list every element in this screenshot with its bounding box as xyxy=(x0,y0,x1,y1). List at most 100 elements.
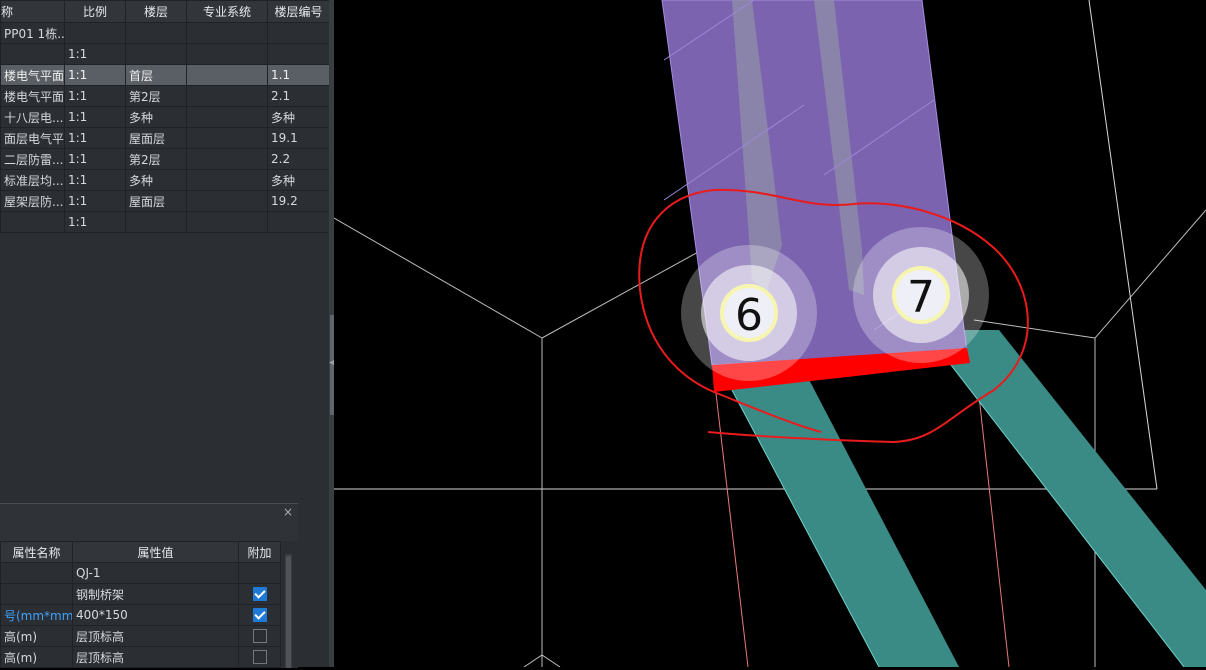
cell-floor-no[interactable]: 2.2 xyxy=(267,148,330,170)
cell-name[interactable]: 楼电气平面... xyxy=(0,64,65,86)
cell-scale[interactable]: 1:1 xyxy=(64,127,126,149)
cell-scale[interactable]: 1:1 xyxy=(64,106,126,128)
property-row[interactable]: QJ-1 xyxy=(0,562,281,584)
marker-label: 6 xyxy=(735,290,763,341)
cell-system[interactable] xyxy=(186,190,268,212)
cell-scale[interactable]: 1:1 xyxy=(64,148,126,170)
extra-checkbox[interactable] xyxy=(252,608,267,623)
cell-scale[interactable]: 1:1 xyxy=(64,64,126,86)
cell-name[interactable]: 屋架层防... xyxy=(0,190,65,212)
cell-floor-no[interactable] xyxy=(267,22,330,44)
cell-scale[interactable]: 1:1 xyxy=(64,85,126,107)
property-row[interactable]: 号(mm*mm) 400*150 xyxy=(0,604,281,626)
property-name: 高(m) xyxy=(0,625,73,647)
cell-system[interactable] xyxy=(186,64,268,86)
cell-system[interactable] xyxy=(186,106,268,128)
drawing-row[interactable]: 二层防雷... 1:1 第2层 2.2 xyxy=(0,148,330,170)
drawing-list-header: 称 比例 楼层 专业系统 楼层编号 xyxy=(0,0,330,23)
cell-floor[interactable] xyxy=(125,22,187,44)
cell-floor-no[interactable]: 19.2 xyxy=(267,190,330,212)
drawing-row[interactable]: 楼电气平面...1:1首层 1.1 xyxy=(0,64,330,86)
cell-name[interactable]: PP01 1栋... xyxy=(0,22,65,44)
cell-name[interactable]: 二层防雷... xyxy=(0,148,65,170)
property-extra xyxy=(238,604,281,626)
drawing-row[interactable]: 十八层电... 1:1 多种 多种 xyxy=(0,106,330,128)
cell-system[interactable] xyxy=(186,22,268,44)
cell-floor[interactable]: 屋面层 xyxy=(125,190,187,212)
cell-name[interactable]: 标准层均... xyxy=(0,169,65,191)
cell-floor[interactable] xyxy=(125,211,187,233)
column-header-system[interactable]: 专业系统 xyxy=(186,0,268,23)
cell-floor-no[interactable]: 1.1 xyxy=(267,64,330,86)
cell-system[interactable] xyxy=(186,169,268,191)
cell-floor-no[interactable]: 多种 xyxy=(267,106,330,128)
cell-floor-no[interactable] xyxy=(267,211,330,233)
property-value[interactable]: 400*150 xyxy=(72,604,239,626)
cell-system[interactable] xyxy=(186,148,268,170)
cell-name[interactable] xyxy=(0,43,65,65)
drawing-canvas[interactable]: 6 7 xyxy=(333,0,1206,668)
cell-floor[interactable]: 多种 xyxy=(125,106,187,128)
property-row[interactable]: 高(m) 层顶标高 xyxy=(0,646,281,668)
cell-floor[interactable]: 第2层 xyxy=(125,85,187,107)
column-header-prop-value: 属性值 xyxy=(72,541,239,563)
marker-6[interactable]: 6 xyxy=(681,245,817,381)
cell-floor[interactable]: 第2层 xyxy=(125,148,187,170)
cell-system[interactable] xyxy=(186,127,268,149)
cell-system[interactable] xyxy=(186,85,268,107)
close-icon[interactable]: × xyxy=(282,506,294,518)
property-row[interactable]: 钢制桥架 xyxy=(0,583,281,605)
cad-viewport[interactable]: 6 7 xyxy=(333,0,1206,668)
cell-scale[interactable]: 1:1 xyxy=(64,169,126,191)
marker-label: 7 xyxy=(907,272,935,323)
property-name xyxy=(0,562,73,584)
drawing-row[interactable]: 1:1 xyxy=(0,43,330,65)
extra-checkbox[interactable] xyxy=(252,629,267,644)
cell-scale[interactable]: 1:1 xyxy=(64,190,126,212)
property-value[interactable]: 层顶标高 xyxy=(72,646,239,668)
cell-name[interactable]: 十八层电... xyxy=(0,106,65,128)
marker-7[interactable]: 7 xyxy=(853,227,989,363)
cell-floor[interactable]: 屋面层 xyxy=(125,127,187,149)
tray-edge xyxy=(923,329,1185,668)
cell-scale[interactable] xyxy=(64,22,126,44)
property-name: 高(m) xyxy=(0,646,73,668)
drawing-row[interactable]: 屋架层防... 1:1 屋面层 19.2 xyxy=(0,190,330,212)
column-header-scale[interactable]: 比例 xyxy=(64,0,126,23)
cell-name[interactable] xyxy=(0,211,65,233)
cable-tray-right xyxy=(924,330,1206,667)
column-header-name[interactable]: 称 xyxy=(0,0,65,23)
cell-floor-no[interactable]: 多种 xyxy=(267,169,330,191)
cell-floor-no[interactable]: 19.1 xyxy=(267,127,330,149)
property-value[interactable]: QJ-1 xyxy=(72,562,239,584)
property-extra xyxy=(238,562,281,584)
drawing-row[interactable]: PP01 1栋... xyxy=(0,22,330,44)
property-value[interactable]: 层顶标高 xyxy=(72,625,239,647)
drawing-row[interactable]: 1:1 xyxy=(0,211,330,233)
property-name xyxy=(0,583,73,605)
cell-floor-no[interactable]: 2.1 xyxy=(267,85,330,107)
cell-floor[interactable] xyxy=(125,43,187,65)
cell-floor[interactable]: 首层 xyxy=(125,64,187,86)
cell-system[interactable] xyxy=(186,43,268,65)
property-row[interactable]: 高(m) 层顶标高 xyxy=(0,625,281,647)
drawing-row[interactable]: 楼电气平面...1:1第2层 2.1 xyxy=(0,85,330,107)
property-value[interactable]: 钢制桥架 xyxy=(72,583,239,605)
property-scrollbar-thumb[interactable] xyxy=(286,556,291,668)
cell-name[interactable]: 楼电气平面... xyxy=(0,85,65,107)
column-header-floor-no[interactable]: 楼层编号 xyxy=(267,0,330,23)
cell-scale[interactable]: 1:1 xyxy=(64,43,126,65)
cell-floor-no[interactable] xyxy=(267,43,330,65)
property-header: 属性名称 属性值 附加 xyxy=(0,541,281,563)
extra-checkbox[interactable] xyxy=(252,650,267,665)
extra-checkbox[interactable] xyxy=(252,587,267,602)
column-header-floor[interactable]: 楼层 xyxy=(125,0,187,23)
drawing-row[interactable]: 标准层均... 1:1 多种 多种 xyxy=(0,169,330,191)
property-table: 属性名称 属性值 附加 QJ-1 钢制桥架 号(mm*mm) 400*150 高(m) 层… xyxy=(0,541,281,668)
drawing-row[interactable]: 面层电气平...1:1屋面层 19.1 xyxy=(0,127,330,149)
cell-scale[interactable]: 1:1 xyxy=(64,211,126,233)
cell-system[interactable] xyxy=(186,211,268,233)
cell-floor[interactable]: 多种 xyxy=(125,169,187,191)
column-header-prop-extra: 附加 xyxy=(238,541,281,563)
cell-name[interactable]: 面层电气平... xyxy=(0,127,65,149)
